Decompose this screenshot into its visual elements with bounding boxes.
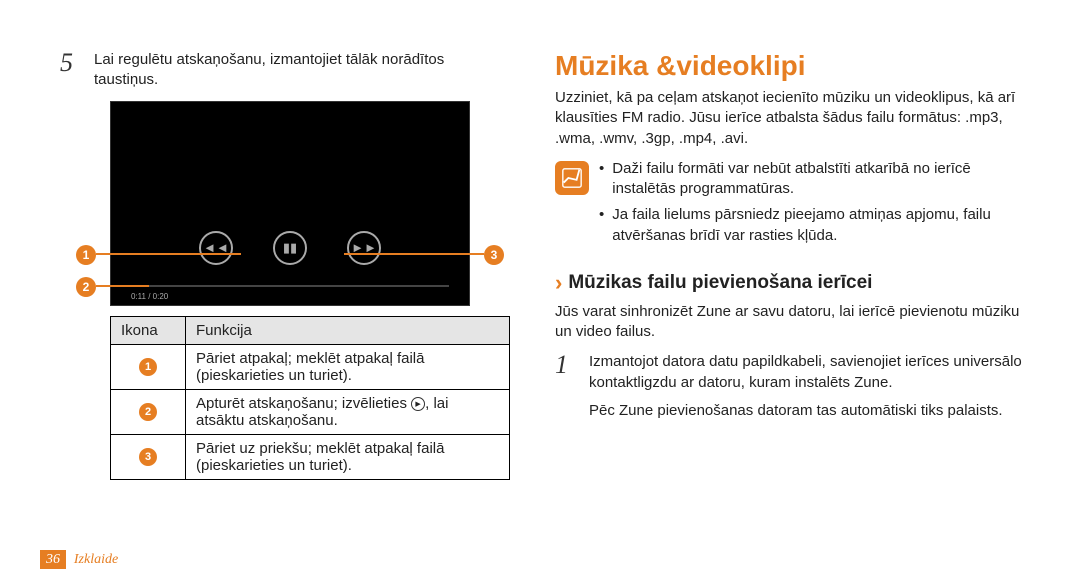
row-text-2: Apturēt atskaņošanu; izvēlieties ▶, lai … bbox=[186, 389, 510, 434]
intro-paragraph: Uzziniet, kā pa ceļam atskaņot iecienīto… bbox=[555, 88, 1035, 149]
page-title: Mūzika &videoklipi bbox=[555, 50, 1035, 82]
step-number-1: 1 bbox=[555, 352, 577, 421]
table-header-fn: Funkcija bbox=[186, 316, 510, 344]
rewind-button[interactable]: ◄◄ bbox=[199, 231, 233, 265]
page-footer: 36 Izklaide bbox=[40, 550, 118, 568]
callout-line bbox=[96, 285, 136, 287]
subsection-intro: Jūs varat sinhronizēt Zune ar savu dator… bbox=[555, 302, 1035, 343]
play-icon: ▶ bbox=[411, 397, 425, 411]
forward-button[interactable]: ►► bbox=[347, 231, 381, 265]
section-name: Izklaide bbox=[74, 552, 118, 567]
callout-3: 3 bbox=[484, 245, 504, 265]
note-item-2: Ja faila lielums pārsniedz pieejamo atmi… bbox=[612, 205, 1035, 246]
row-text-3: Pāriet uz priekšu; meklēt atpakaļ failā … bbox=[186, 434, 510, 479]
player-time: 0:11 / 0:20 bbox=[131, 292, 168, 301]
step-1-text: Izmantojot datora datu papildkabeli, sav… bbox=[589, 352, 1035, 393]
video-player: ◄◄ ▮▮ ►► 0:11 / 0:20 1 2 3 bbox=[110, 101, 470, 306]
subsection-title: Mūzikas failu pievienošana ierīcei bbox=[568, 272, 872, 294]
table-row: 1 Pāriet atpakaļ; meklēt atpakaļ failā (… bbox=[111, 344, 510, 389]
step-5-text: Lai regulētu atskaņošanu, izmantojiet tā… bbox=[94, 50, 510, 91]
controls-table: Ikona Funkcija 1 Pāriet atpakaļ; meklēt … bbox=[110, 316, 510, 480]
step-number-5: 5 bbox=[60, 50, 82, 91]
note-icon bbox=[555, 161, 589, 195]
row-icon-3: 3 bbox=[139, 448, 157, 466]
table-header-icon: Ikona bbox=[111, 316, 186, 344]
pause-button[interactable]: ▮▮ bbox=[273, 231, 307, 265]
row-icon-2: 2 bbox=[139, 403, 157, 421]
row-text-1: Pāriet atpakaļ; meklēt atpakaļ failā (pi… bbox=[186, 344, 510, 389]
row-icon-1: 1 bbox=[139, 358, 157, 376]
page-number: 36 bbox=[40, 550, 66, 569]
chevron-icon: › bbox=[555, 270, 562, 296]
table-row: 3 Pāriet uz priekšu; meklēt atpakaļ fail… bbox=[111, 434, 510, 479]
step-1-after: Pēc Zune pievienošanas datoram tas autom… bbox=[589, 401, 1035, 421]
progress-bar[interactable] bbox=[131, 285, 449, 287]
note-item-1: Daži failu formāti var nebūt atbalstīti … bbox=[612, 159, 1035, 200]
callout-line bbox=[96, 253, 241, 255]
note-content: Daži failu formāti var nebūt atbalstīti … bbox=[599, 159, 1035, 252]
callout-2: 2 bbox=[76, 277, 96, 297]
table-row: 2 Apturēt atskaņošanu; izvēlieties ▶, la… bbox=[111, 389, 510, 434]
callout-1: 1 bbox=[76, 245, 96, 265]
callout-line bbox=[344, 253, 484, 255]
